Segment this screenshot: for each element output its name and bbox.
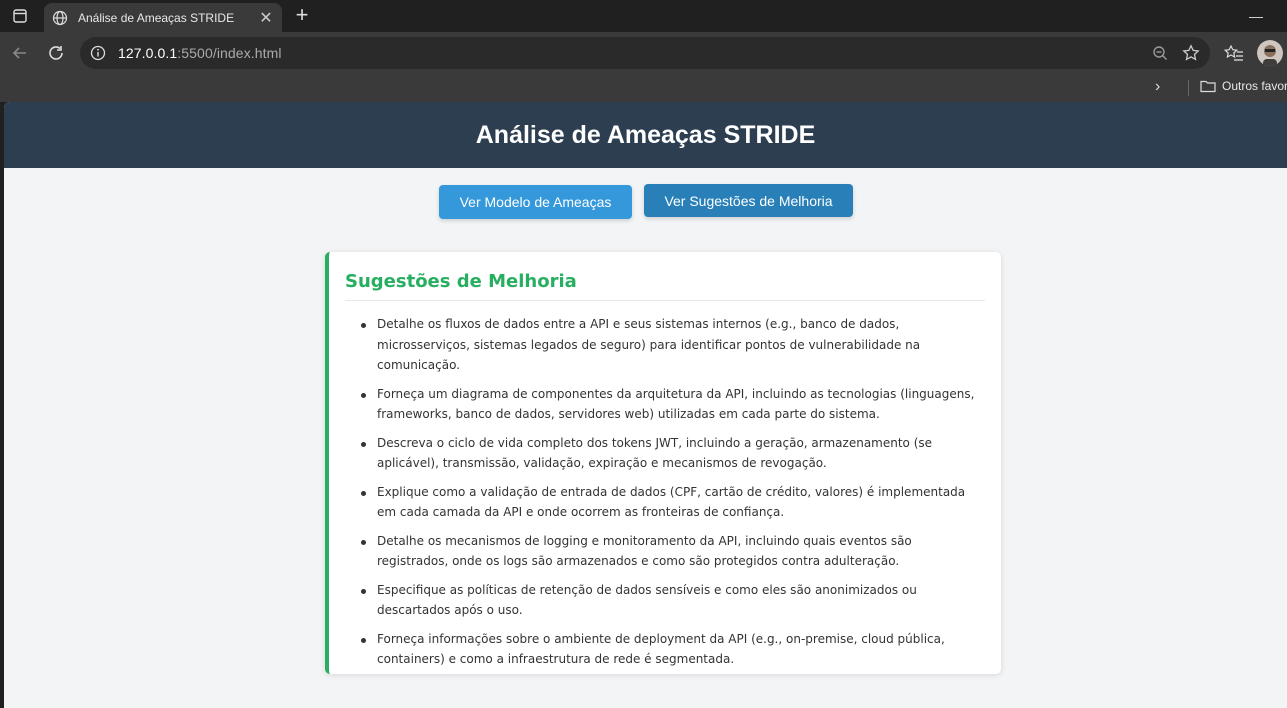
chevron-right-icon[interactable]: › — [1155, 78, 1160, 96]
view-toggle-buttons: Ver Modelo de Ameaças Ver Sugestões de M… — [4, 184, 1287, 219]
new-tab-icon[interactable]: + — [290, 4, 314, 28]
minimize-window-icon[interactable]: — — [1249, 8, 1263, 24]
page-title: Análise de Ameaças STRIDE — [475, 120, 816, 149]
browser-tab[interactable]: Análise de Ameaças STRIDE ✕ — [44, 3, 282, 32]
suggestions-heading: Sugestões de Melhoria — [345, 271, 985, 301]
url-path: :5500/index.html — [177, 45, 282, 61]
zoom-icon[interactable] — [1152, 45, 1168, 66]
page-header: Análise de Ameaças STRIDE — [4, 102, 1287, 168]
list-item: Forneça informações sobre o ambiente de … — [361, 629, 985, 670]
site-info-icon[interactable] — [90, 45, 106, 61]
view-suggestions-button[interactable]: Ver Sugestões de Melhoria — [644, 184, 853, 217]
browser-toolbar: 127.0.0.1:5500/index.html — [0, 32, 1287, 74]
suggestions-list: Detalhe os fluxos de dados entre a API e… — [345, 314, 985, 670]
list-item: Forneça um diagrama de componentes da ar… — [361, 384, 985, 425]
url-host: 127.0.0.1 — [118, 45, 178, 61]
list-item: Explique como a validação de entrada de … — [361, 482, 985, 523]
bookmark-folder-other[interactable]: Outros favor — [1200, 79, 1287, 93]
profile-avatar[interactable] — [1257, 40, 1283, 66]
list-item: Especifique as políticas de retenção de … — [361, 580, 985, 621]
globe-icon — [52, 10, 68, 25]
list-item: Detalhe os mecanismos de logging e monit… — [361, 531, 985, 572]
list-item: Descreva o ciclo de vida completo dos to… — [361, 433, 985, 474]
tab-actions-icon[interactable] — [2, 0, 38, 32]
list-item: Detalhe os fluxos de dados entre a API e… — [361, 314, 985, 376]
favorite-star-icon[interactable] — [1182, 44, 1200, 67]
suggestions-card: Sugestões de Melhoria Detalhe os fluxos … — [325, 252, 1001, 674]
reload-icon[interactable] — [44, 41, 68, 65]
page-viewport: Análise de Ameaças STRIDE Ver Modelo de … — [4, 102, 1287, 708]
back-arrow-icon[interactable] — [8, 41, 32, 65]
tab-title: Análise de Ameaças STRIDE — [78, 10, 235, 25]
bookmark-folder-label: Outros favor — [1222, 79, 1287, 93]
browser-tab-bar: Análise de Ameaças STRIDE ✕ + — — [0, 0, 1287, 32]
bookmarks-divider — [1188, 80, 1189, 96]
close-tab-icon[interactable]: ✕ — [258, 8, 274, 28]
url-text: 127.0.0.1:5500/index.html — [118, 45, 282, 61]
folder-icon — [1200, 80, 1216, 93]
favorites-list-icon[interactable] — [1222, 41, 1246, 65]
view-threat-model-button[interactable]: Ver Modelo de Ameaças — [439, 185, 632, 219]
address-bar[interactable]: 127.0.0.1:5500/index.html — [80, 37, 1210, 69]
bookmarks-bar: › Outros favor — [0, 74, 1287, 102]
